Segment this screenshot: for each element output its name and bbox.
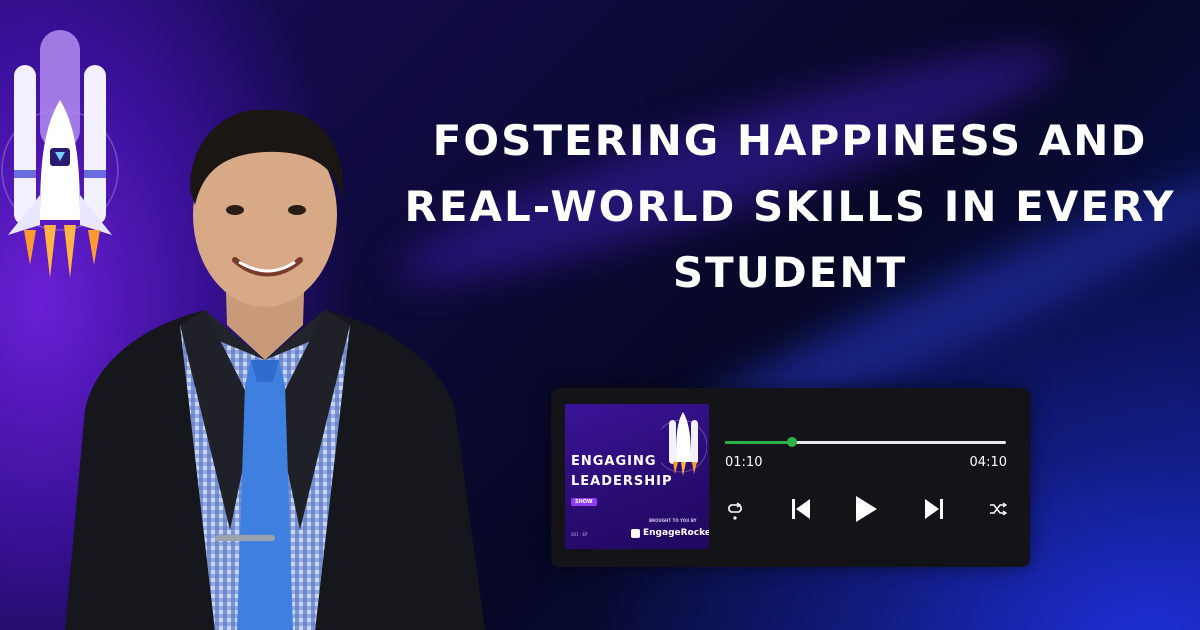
cover-brought-by: BROUGHT TO YOU BY bbox=[649, 518, 697, 523]
cover-episode: S01 · EP bbox=[571, 532, 588, 537]
title-line-3: STUDENT bbox=[672, 248, 908, 297]
page-title: FOSTERING HAPPINESS AND REAL-WORLD SKILL… bbox=[400, 108, 1180, 306]
cover-badge: SHOW bbox=[571, 498, 597, 506]
progress-bar[interactable] bbox=[725, 437, 1006, 447]
cover-brand-name: EngageRocket bbox=[643, 528, 709, 538]
brand-logo-icon bbox=[631, 528, 640, 538]
total-duration: 04:10 bbox=[969, 455, 1007, 470]
elapsed-time: 01:10 bbox=[725, 455, 763, 470]
cover-title-line-2: LEADERSHIP bbox=[571, 474, 673, 489]
cover-brand: EngageRocket bbox=[631, 528, 709, 538]
play-button[interactable] bbox=[851, 492, 881, 526]
progress-fill bbox=[725, 441, 793, 444]
rocket-icon bbox=[661, 412, 707, 476]
cover-title-line-1: ENGAGING bbox=[571, 454, 657, 469]
title-line-1: FOSTERING HAPPINESS AND bbox=[432, 116, 1148, 165]
audio-player: ENGAGING LEADERSHIP SHOW BROUGHT TO YOU … bbox=[551, 388, 1030, 567]
shuffle-button[interactable] bbox=[987, 492, 1009, 526]
title-line-2: REAL-WORLD SKILLS IN EVERY bbox=[404, 182, 1176, 231]
progress-handle[interactable] bbox=[787, 437, 798, 447]
skip-next-icon bbox=[925, 499, 943, 519]
shuffle-icon bbox=[990, 502, 1007, 516]
previous-button[interactable] bbox=[788, 492, 814, 526]
podcast-cover-art[interactable]: ENGAGING LEADERSHIP SHOW BROUGHT TO YOU … bbox=[565, 404, 709, 549]
skip-previous-icon bbox=[792, 499, 810, 519]
repeat-icon bbox=[728, 502, 742, 520]
repeat-button[interactable] bbox=[725, 492, 747, 526]
next-button[interactable] bbox=[921, 492, 947, 526]
play-icon bbox=[856, 496, 877, 522]
